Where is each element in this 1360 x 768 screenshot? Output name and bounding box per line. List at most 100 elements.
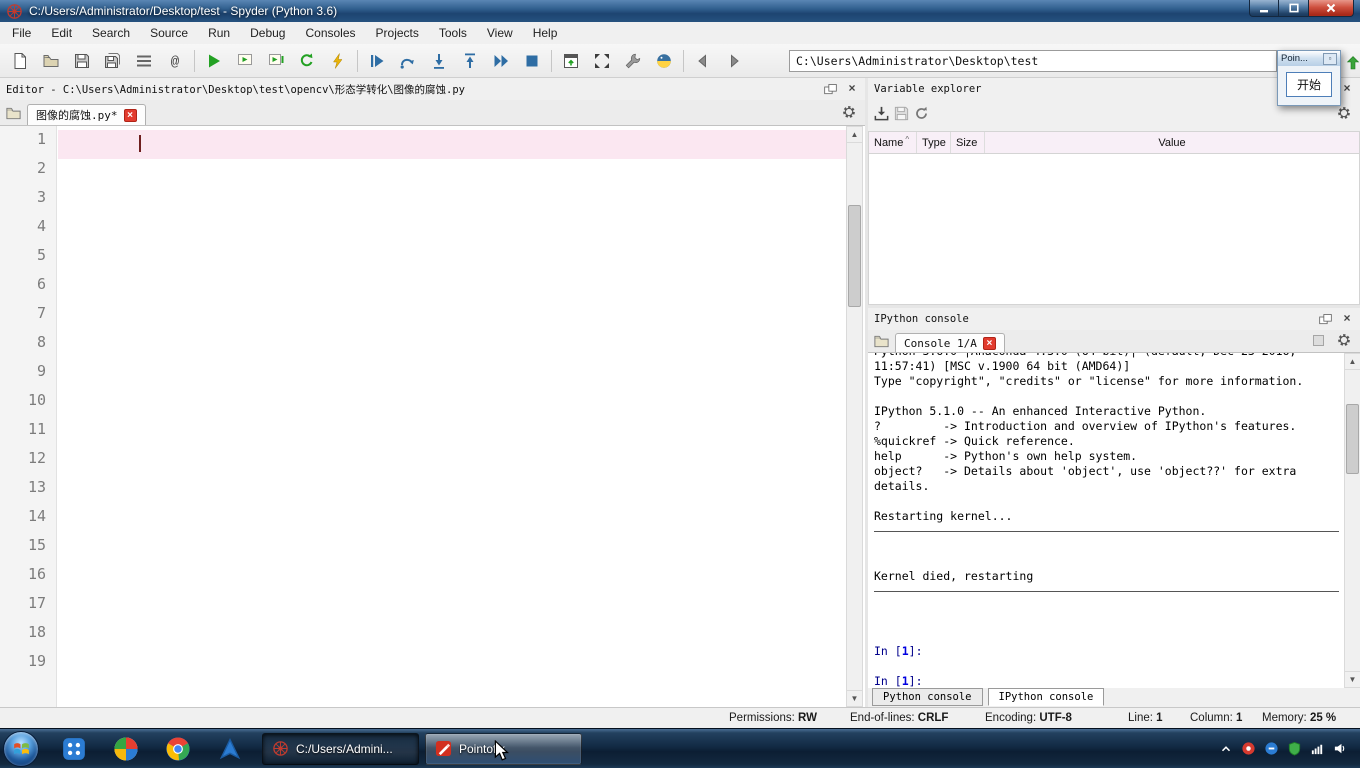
maximize-button[interactable] [1279,0,1308,17]
toolbar-separator [194,50,195,72]
menu-debug[interactable]: Debug [240,23,295,43]
run-cell-advance-button[interactable] [261,47,291,75]
pinned-app-2-icon[interactable] [100,732,152,766]
fullscreen-button[interactable] [587,47,617,75]
pinned-app-1-icon[interactable] [48,732,100,766]
menu-source[interactable]: Source [140,23,198,43]
cwd-up-button[interactable] [1338,49,1360,77]
svg-text:@: @ [171,54,180,70]
browse-tabs-icon[interactable] [3,103,23,123]
file-switcher-button[interactable] [129,47,159,75]
debug-button[interactable] [362,47,392,75]
tray-network-icon[interactable] [1310,741,1325,756]
tab-ipython-console[interactable]: IPython console [988,688,1105,706]
editor-tab[interactable]: 图像的腐蚀.py* [27,104,146,125]
console-close-icon[interactable] [1340,312,1354,326]
console-undock-icon[interactable] [1315,309,1335,329]
menu-projects[interactable]: Projects [366,23,429,43]
run-cell-button[interactable] [230,47,260,75]
taskbar-button-pointofix[interactable]: Pointofix [425,733,582,765]
new-file-button[interactable] [5,47,35,75]
import-data-icon[interactable] [871,103,891,123]
tray-app-blue-icon[interactable] [1264,741,1279,756]
scroll-down-icon[interactable]: ▼ [847,690,862,706]
menu-help[interactable]: Help [523,23,568,43]
run-selection-button[interactable] [323,47,353,75]
chrome-icon[interactable] [152,732,204,766]
console-tab[interactable]: Console 1/A [895,333,1005,352]
save-data-icon[interactable] [891,103,911,123]
window-title: C:/Users/Administrator/Desktop/test - Sp… [29,4,337,18]
menu-consoles[interactable]: Consoles [295,23,365,43]
console-line [874,659,1344,674]
refresh-icon[interactable] [911,103,931,123]
tab-close-icon[interactable] [124,109,137,122]
taskbar-button-spyder[interactable]: C:/Users/Admini... [262,733,419,765]
rerun-button[interactable] [292,47,322,75]
console-scrollbar[interactable]: ▲ ▼ [1344,353,1360,688]
editor-gutter: 12345678910111213141516171819 [0,126,57,707]
menu-run[interactable]: Run [198,23,240,43]
console-line: object? -> Details about 'object', use '… [874,464,1344,479]
minimize-button[interactable] [1249,0,1279,17]
stop-button[interactable] [517,47,547,75]
editor-pane-header: Editor - C:\Users\Administrator\Desktop\… [0,78,865,100]
console-switcher: Python console IPython console [872,688,1104,706]
scroll-up-icon[interactable]: ▲ [847,127,862,143]
preferences-button[interactable] [618,47,648,75]
save-file-button[interactable] [67,47,97,75]
varexp-options-gear-icon[interactable] [1334,103,1354,123]
back-button[interactable] [688,47,718,75]
editor-close-icon[interactable] [845,82,859,96]
working-directory-input[interactable] [789,50,1277,72]
menu-tools[interactable]: Tools [429,23,477,43]
variable-explorer-table[interactable]: Name Type Size Value [868,131,1360,305]
column-size[interactable]: Size [951,132,985,153]
console-scroll-down-icon[interactable]: ▼ [1345,671,1360,687]
pinned-app-4-icon[interactable] [204,732,256,766]
step-into-button[interactable] [424,47,454,75]
menu-edit[interactable]: Edit [41,23,82,43]
step-over-button[interactable] [393,47,423,75]
menu-search[interactable]: Search [82,23,140,43]
editor-options-gear-icon[interactable] [839,102,859,122]
start-button[interactable] [3,731,39,767]
run-button[interactable] [199,47,229,75]
tab-python-console[interactable]: Python console [872,688,983,706]
inspector-icon[interactable] [1308,330,1328,350]
editor-area[interactable]: 12345678910111213141516171819 ▲ ▼ [0,126,865,707]
tray-defender-icon[interactable] [1287,741,1302,756]
save-all-button[interactable] [98,47,128,75]
editor-scrollbar[interactable]: ▲ ▼ [846,126,863,707]
python-path-button[interactable] [649,47,679,75]
open-file-button[interactable] [36,47,66,75]
console-tab-close-icon[interactable] [983,337,996,350]
console-browse-tabs-icon[interactable] [871,331,891,351]
pointofix-titlebar[interactable]: Poin... [1278,51,1340,66]
column-name[interactable]: Name [869,132,917,153]
forward-button[interactable] [719,47,749,75]
pointofix-minimize-icon[interactable] [1323,53,1337,65]
column-type[interactable]: Type [917,132,951,153]
menu-file[interactable]: File [2,23,41,43]
tray-expand-icon[interactable] [1219,742,1233,756]
maximize-pane-button[interactable] [556,47,586,75]
close-button[interactable] [1308,0,1354,17]
continue-button[interactable] [486,47,516,75]
step-return-button[interactable] [455,47,485,75]
console-options-gear-icon[interactable] [1334,330,1354,350]
menubar: FileEditSearchSourceRunDebugConsolesProj… [0,22,1360,44]
console-line [874,494,1344,509]
console-scroll-up-icon[interactable]: ▲ [1345,354,1360,370]
console-scrollbar-thumb[interactable] [1346,404,1359,474]
editor-undock-icon[interactable] [820,79,840,99]
symbol-finder-button[interactable]: @ [160,47,190,75]
menu-view[interactable]: View [477,23,523,43]
editor-scrollbar-thumb[interactable] [848,205,861,307]
tray-volume-icon[interactable] [1333,741,1348,756]
column-value[interactable]: Value [985,132,1359,153]
console-output[interactable]: Python 3.6.0 |Anaconda 4.3.0 (64-bit)| (… [868,353,1344,688]
pointofix-start-button[interactable]: 开始 [1286,72,1332,97]
tray-security-icon[interactable] [1241,741,1256,756]
varexp-close-icon[interactable] [1340,82,1354,96]
